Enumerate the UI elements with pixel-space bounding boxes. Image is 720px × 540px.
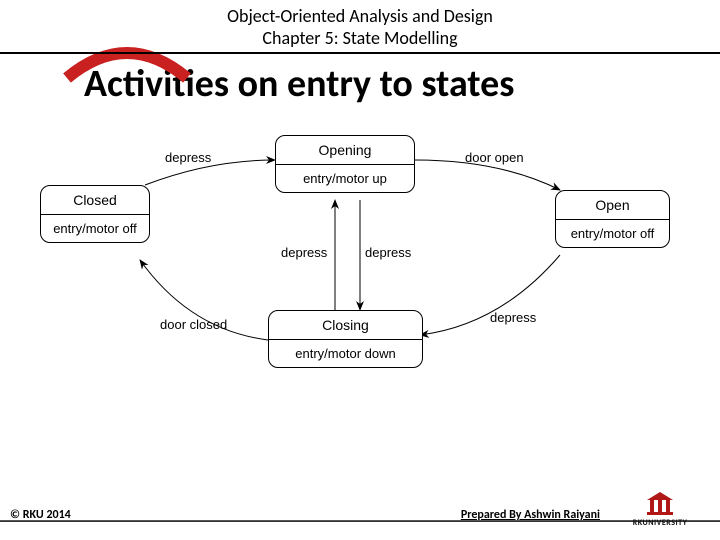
university-logo-text: RKUNIVERSITY xyxy=(620,518,700,528)
university-logo: RKUNIVERSITY xyxy=(620,490,700,528)
header-divider xyxy=(0,52,720,54)
state-diagram: Closed entry/motor off Opening entry/mot… xyxy=(0,130,720,460)
university-logo-icon xyxy=(643,490,677,516)
state-closing-name: Closing xyxy=(269,311,422,340)
arc-decoration-icon xyxy=(62,38,192,88)
state-opening: Opening entry/motor up xyxy=(275,135,415,193)
label-open-closing: depress xyxy=(490,310,536,325)
state-open-name: Open xyxy=(556,191,669,220)
state-closed: Closed entry/motor off xyxy=(40,185,150,243)
label-closing-opening: depress xyxy=(281,245,327,260)
prepared-by-text: Prepared By Ashwin Raiyani xyxy=(461,508,600,522)
course-title-line1: Object-Oriented Analysis and Design xyxy=(227,5,493,27)
course-title-line2: Chapter 5: State Modelling xyxy=(262,27,457,49)
state-closing-entry: entry/motor down xyxy=(269,340,422,367)
state-closed-name: Closed xyxy=(41,186,149,215)
label-closed-opening: depress xyxy=(165,150,211,165)
label-opening-closing: depress xyxy=(365,245,411,260)
state-open-entry: entry/motor off xyxy=(556,220,669,247)
copyright-text: © RKU 2014 xyxy=(10,508,71,522)
state-opening-name: Opening xyxy=(276,136,414,165)
state-closing: Closing entry/motor down xyxy=(268,310,423,368)
footer-divider xyxy=(0,520,720,522)
footer: © RKU 2014 Prepared By Ashwin Raiyani RK… xyxy=(0,504,720,540)
state-opening-entry: entry/motor up xyxy=(276,165,414,192)
state-open: Open entry/motor off xyxy=(555,190,670,248)
label-opening-open: door open xyxy=(465,150,524,165)
state-closed-entry: entry/motor off xyxy=(41,215,149,242)
label-closing-closed: door closed xyxy=(160,317,227,332)
